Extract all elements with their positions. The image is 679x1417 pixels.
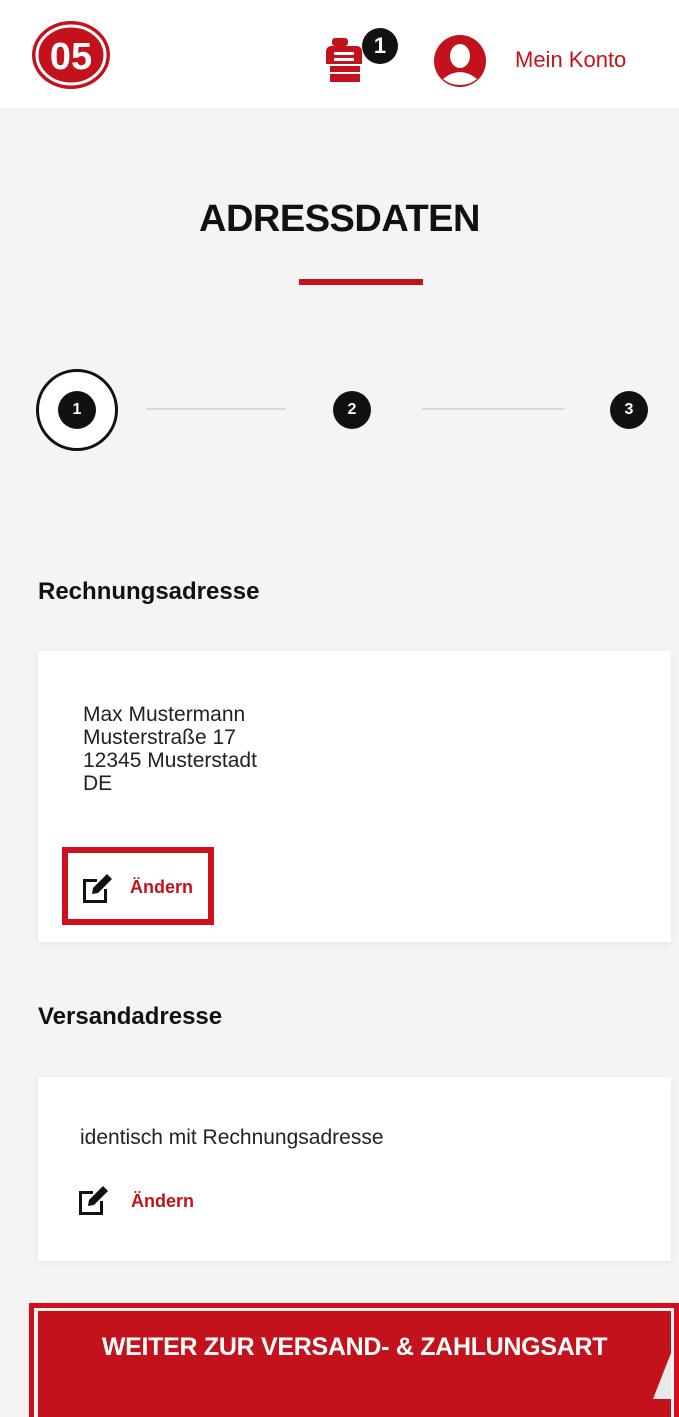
billing-address-block: Max Mustermann Musterstraße 17 12345 Mus… [83,703,257,795]
step-connector [422,408,564,410]
site-header: 05 1 Mein Konto [0,0,679,108]
cart-icon [326,38,362,82]
club-logo[interactable]: 05 [31,20,111,90]
edit-icon [83,874,112,903]
step-1: 1 [58,391,96,429]
cart-count-badge: 1 [362,28,398,64]
edit-shipping-label: Ändern [131,1191,194,1211]
step-connector [146,408,286,410]
step-3: 3 [610,391,648,429]
checkout-stepper: 1 2 3 [0,360,679,460]
shipping-same-as-billing-note: identisch mit Rechnungsadresse [80,1126,384,1149]
button-corner-decoration [653,1353,671,1399]
logo-text: 05 [50,36,92,78]
edit-billing-address-button[interactable]: Ändern [62,847,214,925]
address-name: Max Mustermann [83,703,246,726]
title-underline [299,279,423,285]
continue-button-label: WEITER ZUR VERSAND- & ZAHLUNGSART [101,1333,608,1361]
billing-address-heading: Rechnungsadresse [38,578,260,605]
address-country: DE [83,772,113,795]
continue-to-shipping-payment-button[interactable]: WEITER ZUR VERSAND- & ZAHLUNGSART [38,1311,671,1417]
edit-icon [79,1186,108,1215]
billing-address-card: Max Mustermann Musterstraße 17 12345 Mus… [38,651,671,942]
cart-button[interactable]: 1 [322,28,398,92]
edit-billing-label: Ändern [130,877,193,897]
club-logo-icon: 05 [32,21,110,89]
address-street: Musterstraße 17 [83,726,236,749]
user-avatar-icon[interactable] [434,35,486,87]
shipping-address-heading: Versandadresse [38,1003,223,1030]
step-2: 2 [333,391,371,429]
edit-shipping-address-button[interactable]: Ändern [76,1180,216,1224]
my-account-link[interactable]: Mein Konto [515,47,626,73]
shipping-address-card: identisch mit Rechnungsadresse Ändern [38,1077,671,1261]
page-title: ADRESSDATEN [199,198,480,240]
address-city: 12345 Musterstadt [83,749,257,772]
